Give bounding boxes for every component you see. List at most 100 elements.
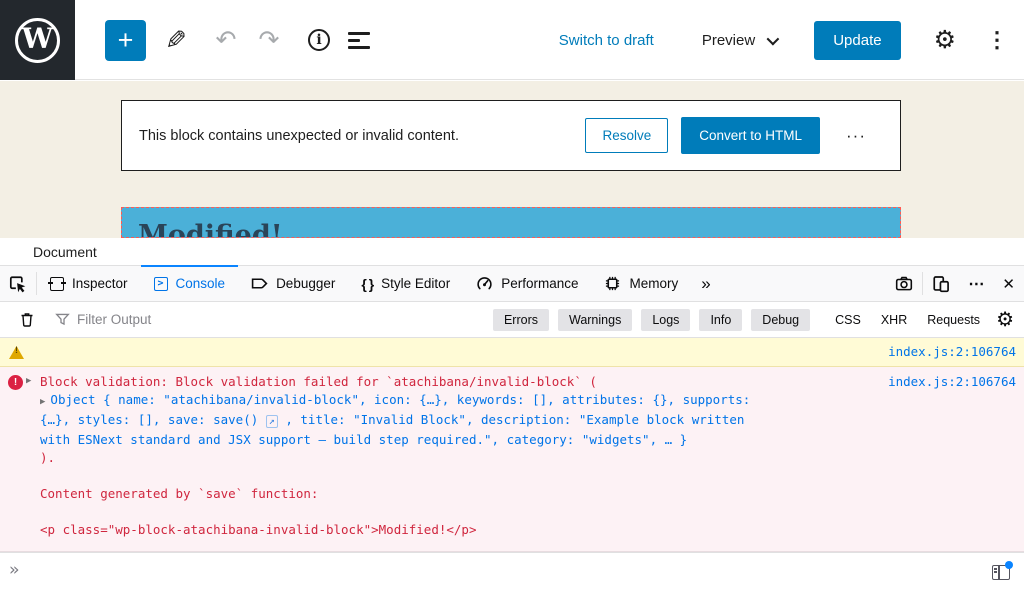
filter-debug-button[interactable]: Debug xyxy=(751,309,810,331)
undo-icon: ↶ xyxy=(216,25,237,55)
error-content-note: Content generated by `save` function: xyxy=(40,485,1016,503)
convert-to-html-button[interactable]: Convert to HTML xyxy=(681,117,820,154)
switch-to-draft-link[interactable]: Switch to draft xyxy=(559,32,654,49)
log-category-filters: CSS XHR Requests xyxy=(835,313,980,327)
tab-memory[interactable]: Memory xyxy=(591,266,691,301)
devtools-close-button[interactable]: ✕ xyxy=(993,266,1024,301)
editor-header: W + ✎ ↶ ↷ i Switch to draft Preview xyxy=(0,0,1024,80)
tab-label: Console xyxy=(176,276,226,291)
invalid-block-preview[interactable]: Modified! xyxy=(121,207,901,238)
tab-console[interactable]: > Console xyxy=(141,266,239,301)
console-warning-row[interactable]: ! Block validation: Expected text `Modif… xyxy=(0,338,1024,367)
options-menu-button[interactable]: ⋮ xyxy=(986,29,1008,51)
filter-requests-button[interactable]: Requests xyxy=(927,313,980,327)
invalid-content-notice: This block contains unexpected or invali… xyxy=(121,100,901,171)
tab-label: Memory xyxy=(629,276,678,291)
pick-element-button[interactable] xyxy=(0,266,36,301)
devtools-panel: Inspector > Console Debugger { } Style E… xyxy=(0,265,1024,607)
error-source-link[interactable]: index.js:2:106764 xyxy=(888,373,1016,391)
filter-info-button[interactable]: Info xyxy=(699,309,742,331)
inspector-icon xyxy=(50,277,64,291)
wordpress-logo-icon: W xyxy=(15,18,60,63)
plus-icon: + xyxy=(118,25,134,56)
devtools-toolbar-right: ⋯ ✕ xyxy=(886,266,1024,301)
pick-element-icon xyxy=(9,275,27,293)
warning-icon: ! xyxy=(9,346,24,359)
clear-console-button[interactable] xyxy=(10,311,44,328)
tab-label: Inspector xyxy=(72,276,128,291)
block-inserter-button[interactable]: + xyxy=(105,20,146,61)
block-breadcrumb-bar: Document xyxy=(0,238,1024,265)
style-editor-icon: { } xyxy=(361,276,373,292)
settings-gear-button[interactable]: ⚙ xyxy=(934,28,956,53)
jump-to-definition-icon[interactable]: ↗ xyxy=(266,415,278,428)
notice-message: This block contains unexpected or invali… xyxy=(139,128,459,144)
screenshot-button[interactable] xyxy=(886,266,922,301)
tab-inspector[interactable]: Inspector xyxy=(37,266,141,301)
console-output: ! Block validation: Expected text `Modif… xyxy=(0,338,1024,607)
details-button[interactable]: i xyxy=(303,0,335,80)
notice-more-options-button[interactable]: ··· xyxy=(846,126,866,146)
preview-button[interactable]: Preview xyxy=(702,32,776,49)
chevron-down-icon xyxy=(767,32,780,45)
error-generated-markup: <p class="wp-block-atachibana-invalid-bl… xyxy=(40,521,1016,539)
console-prompt-icon: » xyxy=(9,561,19,579)
preview-label: Preview xyxy=(702,32,755,49)
debugger-icon xyxy=(251,275,268,292)
filter-errors-button[interactable]: Errors xyxy=(493,309,549,331)
filter-input-wrap xyxy=(55,312,493,327)
filter-xhr-button[interactable]: XHR xyxy=(881,313,907,327)
filter-css-button[interactable]: CSS xyxy=(835,313,861,327)
list-view-icon xyxy=(348,32,370,35)
object-expand-toggle[interactable]: ▶ xyxy=(40,393,45,411)
editor-canvas: This block contains unexpected or invali… xyxy=(0,81,1024,238)
meatball-icon: ⋯ xyxy=(968,274,984,294)
error-message-line: Block validation: Block validation faile… xyxy=(40,373,1016,391)
tab-performance[interactable]: Performance xyxy=(463,266,591,301)
tab-debugger[interactable]: Debugger xyxy=(238,266,348,301)
warning-source-link[interactable]: index.js:2:106764 xyxy=(888,343,1016,361)
header-actions: Switch to draft Preview Update ⚙ ⋮ xyxy=(559,0,1008,80)
console-error-row[interactable]: ! ▶ Block validation: Block validation f… xyxy=(0,367,1024,552)
console-settings-button[interactable]: ⚙ xyxy=(996,310,1014,330)
object-preview-line3: with ESNext standard and JSX support — b… xyxy=(40,431,1016,449)
pencil-icon: ✎ xyxy=(165,25,187,56)
tab-label: Debugger xyxy=(276,276,335,291)
responsive-design-icon xyxy=(932,275,950,293)
object-preview-line1: Object { name: "atachibana/invalid-block… xyxy=(50,392,750,407)
redo-icon: ↷ xyxy=(259,25,280,55)
responsive-design-mode-button[interactable] xyxy=(923,266,959,301)
console-input-row[interactable]: » xyxy=(0,552,1024,607)
console-icon: > xyxy=(154,277,168,291)
resolve-button[interactable]: Resolve xyxy=(585,118,668,153)
funnel-icon xyxy=(55,312,70,327)
breadcrumb[interactable]: Document xyxy=(33,244,97,260)
filter-warnings-button[interactable]: Warnings xyxy=(558,309,632,331)
undo-button[interactable]: ↶ xyxy=(210,0,242,80)
error-expand-toggle[interactable]: ▶ xyxy=(26,372,31,390)
notification-dot xyxy=(1005,561,1013,569)
error-close-paren: ). xyxy=(40,449,1016,467)
tools-button[interactable]: ✎ xyxy=(160,0,192,80)
memory-icon xyxy=(604,275,621,292)
error-icon: ! xyxy=(8,375,23,390)
gear-icon: ⚙ xyxy=(934,26,956,54)
info-icon: i xyxy=(308,29,330,51)
devtools-menu-button[interactable]: ⋯ xyxy=(959,266,993,301)
update-button[interactable]: Update xyxy=(814,21,900,60)
log-level-filters: Errors Warnings Logs Info Debug xyxy=(493,309,810,331)
redo-button[interactable]: ↷ xyxy=(253,0,285,80)
performance-icon xyxy=(476,275,493,292)
camera-icon xyxy=(895,275,913,293)
filter-output-input[interactable] xyxy=(77,312,493,327)
tab-label: Style Editor xyxy=(381,276,450,291)
wordpress-admin-button[interactable]: W xyxy=(0,0,75,80)
more-tabs-button[interactable]: » xyxy=(691,266,720,301)
list-view-button[interactable] xyxy=(348,0,382,80)
trash-icon xyxy=(19,311,35,328)
settings-gear-icon: ⚙ xyxy=(996,309,1014,331)
tab-label: Performance xyxy=(501,276,578,291)
devtools-tab-bar: Inspector > Console Debugger { } Style E… xyxy=(0,265,1024,302)
tab-style-editor[interactable]: { } Style Editor xyxy=(348,266,463,301)
filter-logs-button[interactable]: Logs xyxy=(641,309,690,331)
